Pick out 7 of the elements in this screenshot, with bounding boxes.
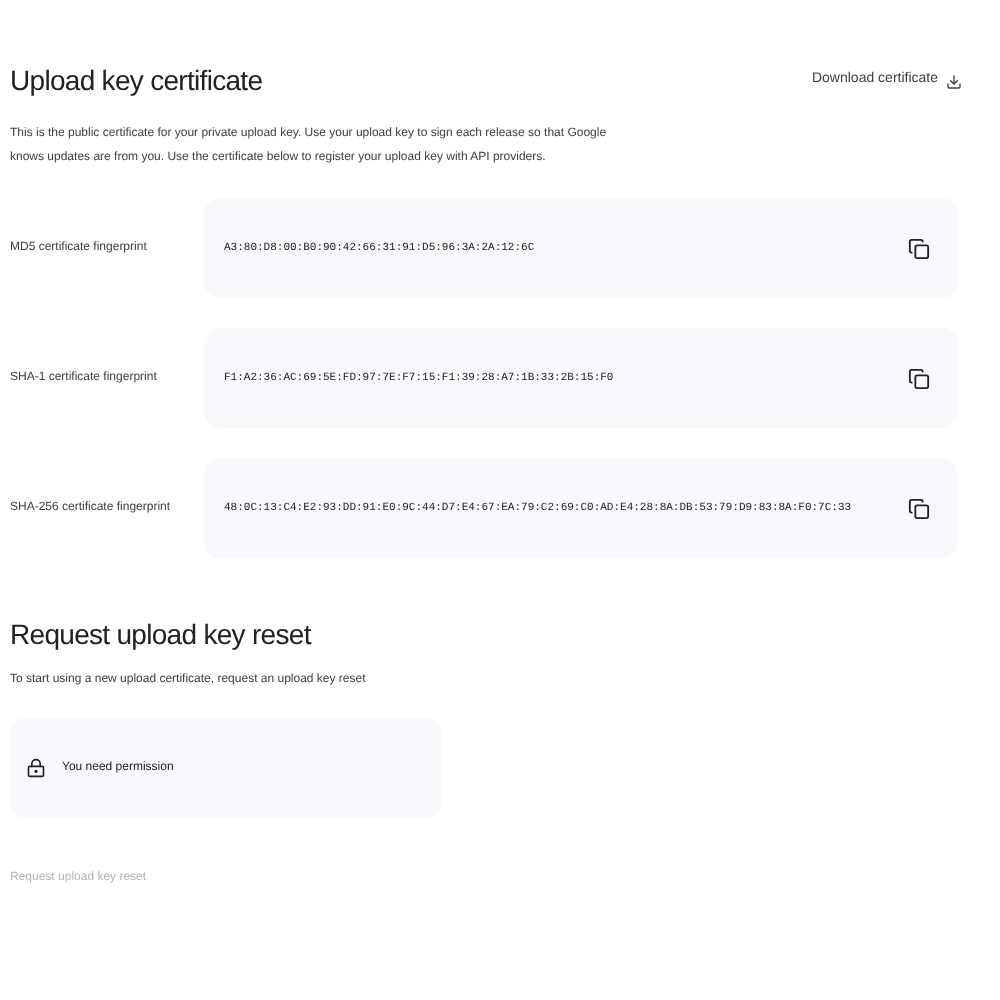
copy-button[interactable] xyxy=(908,237,930,259)
lock-icon xyxy=(26,758,46,778)
copy-button[interactable] xyxy=(908,497,930,519)
download-icon xyxy=(946,73,962,89)
section-title: Request upload key reset xyxy=(10,616,314,654)
copy-button[interactable] xyxy=(908,367,930,389)
section-title: Upload key certificate xyxy=(10,62,263,100)
